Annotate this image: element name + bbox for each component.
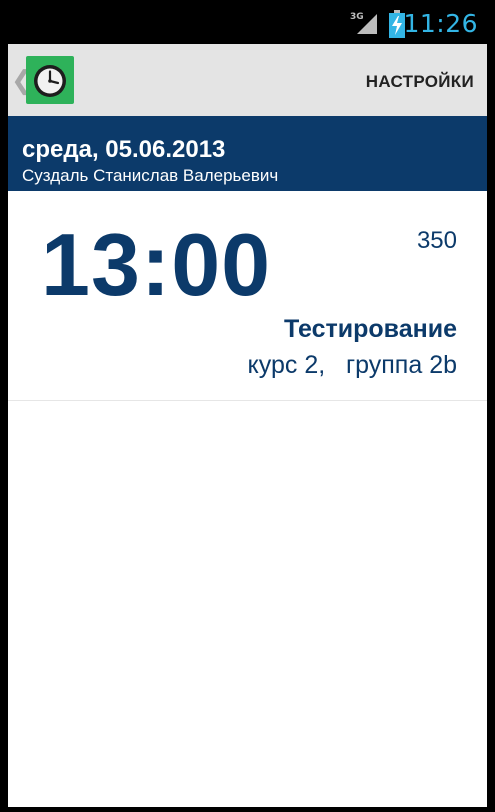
lesson-group: курс 2, группа 2b — [247, 351, 457, 379]
clock-face-icon — [34, 65, 66, 97]
person-name: Суздаль Станислав Валерьевич — [22, 166, 279, 185]
lesson-subject: Тестирование — [284, 315, 457, 343]
list-divider — [8, 400, 487, 401]
clock-icon[interactable] — [26, 56, 74, 104]
lesson-room: 350 — [416, 227, 457, 254]
lesson-item[interactable]: 13:00 350 Тестирование курс 2, группа 2b — [8, 191, 487, 400]
action-bar: ❮ НАСТРОЙКИ — [8, 44, 487, 116]
settings-button[interactable]: НАСТРОЙКИ — [366, 72, 474, 92]
network-type-label: 3G — [350, 12, 364, 22]
status-bar: 3G 11:26 — [0, 0, 495, 44]
app-screen: ❮ НАСТРОЙКИ среда, 05.06.2013 Суздаль Ст… — [8, 44, 487, 807]
device-bezel — [487, 44, 495, 812]
device-frame: 3G 11:26 ❮ НАСТРОЙКИ среда, 05.06.2013 С… — [0, 0, 495, 812]
status-clock: 11:26 — [403, 9, 478, 38]
lesson-time: 13:00 — [41, 215, 272, 314]
date-header: среда, 05.06.2013 Суздаль Станислав Вале… — [8, 116, 487, 191]
date-title: среда, 05.06.2013 — [22, 136, 226, 163]
